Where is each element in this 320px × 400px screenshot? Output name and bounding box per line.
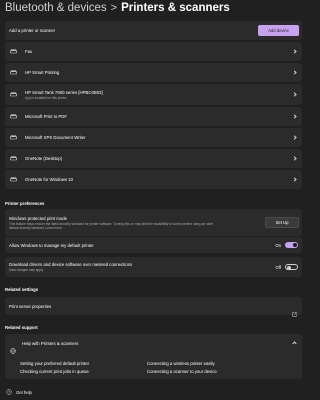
help-icon: [6, 389, 12, 396]
set-up-button[interactable]: Set Up: [265, 217, 299, 228]
print-server-properties-label: Print server properties: [9, 303, 52, 309]
chevron-up-icon: [292, 341, 297, 346]
breadcrumb: Bluetooth & devices > Printers & scanner…: [5, 0, 230, 16]
related-settings-heading: Related settings: [5, 287, 39, 292]
printer-icon: [10, 70, 17, 75]
get-help-link[interactable]: Get help: [6, 389, 32, 396]
help-printers-card: Help with Printers & scanners Setting yo…: [5, 334, 302, 379]
manage-default-printer-toggle-group: On: [275, 242, 298, 248]
chevron-right-icon: [292, 92, 297, 97]
help-printers-header[interactable]: Help with Printers & scanners: [5, 334, 302, 354]
protected-print-mode-title: Windows protected print mode: [9, 215, 68, 221]
add-device-button[interactable]: Add device: [258, 25, 299, 36]
printer-row-fax[interactable]: Fax: [5, 42, 302, 61]
printer-name: HP Smart Printing: [25, 70, 60, 75]
manage-default-printer-row: Allow Windows to manage my default print…: [5, 237, 302, 253]
printer-icon: [10, 92, 17, 97]
toggle-state-label: Off: [275, 264, 281, 270]
printer-row-onenote-desktop[interactable]: OneNote (Desktop): [5, 149, 302, 168]
chevron-right-icon: [292, 177, 297, 182]
printer-row-hp-smart-printing[interactable]: HP Smart Printing: [5, 63, 302, 82]
help-link[interactable]: Connecting a scanner to your device: [147, 369, 217, 374]
printer-icon: [10, 177, 17, 182]
printer-icon: [10, 156, 17, 161]
toggle-state-label: On: [275, 242, 281, 248]
metered-download-label: Download drivers and device software ove…: [9, 262, 133, 267]
printer-row-print-to-pdf[interactable]: Microsoft Print to PDF: [5, 107, 302, 126]
printer-icon: [10, 114, 17, 119]
printer-row-onenote-win10[interactable]: OneNote for Windows 10: [5, 170, 302, 189]
add-printer-row: Add a printer or scanner Add device: [5, 21, 302, 40]
help-link[interactable]: Connecting a wireless printer easily: [147, 361, 215, 366]
metered-download-toggle[interactable]: [285, 264, 298, 270]
metered-download-toggle-group: Off: [275, 264, 298, 270]
help-link[interactable]: Checking current print jobs in queue: [20, 369, 89, 374]
help-link[interactable]: Setting your preferred default printer: [20, 361, 89, 366]
metered-download-row: Download drivers and device software ove…: [5, 257, 302, 277]
manage-default-printer-toggle[interactable]: [285, 242, 298, 248]
printer-row-xps-writer[interactable]: Microsoft XPS Document Writer: [5, 128, 302, 147]
printer-name: Microsoft Print to PDF: [25, 114, 68, 119]
add-printer-label: Add a printer or scanner: [9, 28, 56, 33]
protected-print-mode-row: Windows protected print mode This featur…: [5, 209, 302, 236]
breadcrumb-parent[interactable]: Bluetooth & devices: [5, 2, 107, 14]
external-link-icon: [292, 304, 297, 317]
print-server-properties-row[interactable]: Print server properties: [5, 297, 302, 317]
printers-scanners-page: Bluetooth & devices > Printers & scanner…: [0, 0, 306, 400]
get-help-label: Get help: [16, 390, 32, 395]
chevron-right-icon: [292, 49, 297, 54]
printer-subtitle: App is installed for this printer: [25, 95, 67, 100]
protected-print-mode-desc-2: default security standard. Learn more.: [9, 225, 63, 230]
printer-icon: [10, 135, 17, 140]
printer-icon: [10, 49, 17, 54]
printer-name: Fax: [25, 49, 33, 54]
chevron-right-icon: [292, 135, 297, 140]
printer-name: OneNote for Windows 10: [25, 177, 74, 182]
manage-default-printer-label: Allow Windows to manage my default print…: [9, 242, 94, 248]
chevron-right-icon: [292, 70, 297, 75]
printer-name: Microsoft XPS Document Writer: [25, 135, 86, 140]
breadcrumb-separator: >: [110, 2, 118, 14]
printer-preferences-heading: Printer preferences: [5, 201, 45, 206]
related-support-heading: Related support: [5, 325, 38, 330]
help-printers-title: Help with Printers & scanners: [22, 341, 79, 346]
metered-download-subtitle: Data charges may apply: [9, 268, 44, 272]
chevron-right-icon: [292, 156, 297, 161]
page-title: Printers & scanners: [121, 2, 230, 14]
chevron-right-icon: [292, 114, 297, 119]
printer-row-hp-smart-tank[interactable]: HP Smart Tank 7600 series [HPBC0B03] App…: [5, 84, 302, 105]
printer-name: OneNote (Desktop): [25, 156, 63, 161]
printer-name: HP Smart Tank 7600 series [HPBC0B03]: [25, 89, 103, 95]
globe-icon: [10, 341, 16, 359]
